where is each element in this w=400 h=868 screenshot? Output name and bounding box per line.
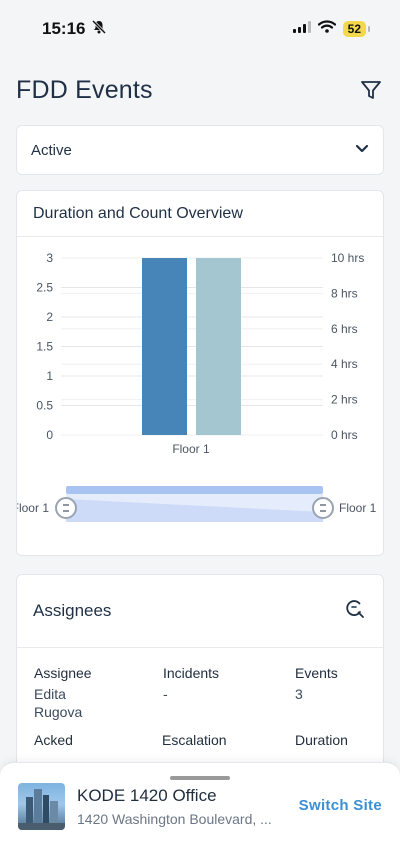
left-axis-tick: 0 [46, 428, 53, 442]
column-duration: Duration [295, 732, 348, 748]
cell-events: 3 [295, 686, 303, 702]
site-thumbnail [18, 783, 65, 830]
sheet-grabber[interactable] [170, 776, 230, 780]
column-events: Events [295, 665, 338, 681]
wifi-icon [317, 20, 336, 38]
left-axis-tick: 1.5 [36, 340, 53, 354]
search-refresh-icon[interactable] [343, 597, 367, 626]
category-label: Floor 1 [172, 442, 210, 456]
right-axis-tick: 2 hrs [331, 393, 358, 407]
bar-duration-floor-1 [196, 258, 241, 435]
left-axis-tick: 3 [46, 251, 53, 265]
navigator-left-label: Floor 1 [17, 501, 49, 515]
bar-count-floor-1 [142, 258, 187, 435]
left-axis-tick: 0.5 [36, 399, 53, 413]
column-assignee: Assignee [34, 665, 92, 681]
assignees-title: Assignees [33, 601, 112, 620]
column-acked: Acked [34, 732, 73, 748]
navigator-selection [66, 494, 323, 522]
switch-site-button[interactable]: Switch Site [299, 797, 382, 814]
status-time: 15:16 [42, 19, 86, 38]
filter-icon[interactable] [358, 77, 384, 103]
column-incidents: Incidents [163, 665, 220, 681]
assignees-card: Assignees Assignee Incidents Events Edit… [16, 574, 384, 774]
status-bar: 15:16 52 [0, 0, 400, 58]
status-filter-value: Active [31, 141, 72, 159]
navigator-right-label: Floor 1 [339, 501, 377, 515]
right-axis-tick: 6 hrs [331, 322, 358, 336]
site-name: KODE 1420 Office [77, 786, 217, 805]
duration-count-chart: 3 2.5 2 1.5 1 0.5 0 10 hrs 8 hrs 6 hrs 4 hrs 2 hrs 0… [17, 251, 377, 522]
left-axis-tick: 2 [46, 310, 53, 324]
cellular-signal-icon [292, 20, 311, 38]
column-escalation: Escalation [162, 732, 227, 748]
cell-assignee-name: Edita Rugova [34, 686, 83, 720]
navigator-right-handle[interactable] [312, 497, 334, 519]
chart-card-title: Duration and Count Overview [17, 191, 383, 237]
page-header: FDD Events [16, 72, 384, 108]
cell-incidents: - [163, 686, 168, 702]
navigator-bar [66, 486, 323, 494]
left-axis-tick: 1 [46, 369, 53, 383]
chevron-down-icon [355, 141, 369, 159]
chart-card: Duration and Count Overview 3 2.5 2 1.5 1 0.5… [16, 190, 384, 556]
battery-indicator: 52 [342, 21, 371, 37]
page-title: FDD Events [16, 75, 153, 104]
right-axis-tick: 8 hrs [331, 286, 358, 300]
left-axis-tick: 2.5 [36, 281, 53, 295]
navigator-left-handle[interactable] [55, 497, 77, 519]
right-axis-tick: 0 hrs [331, 428, 358, 442]
status-filter-select[interactable]: Active [16, 125, 384, 175]
right-axis-tick: 4 hrs [331, 357, 358, 371]
site-bottom-sheet: KODE 1420 Office 1420 Washington Bouleva… [0, 762, 400, 868]
right-axis-tick: 10 hrs [331, 251, 364, 265]
bell-muted-icon [91, 19, 107, 40]
site-address: 1420 Washington Boulevard, ... [77, 811, 272, 827]
